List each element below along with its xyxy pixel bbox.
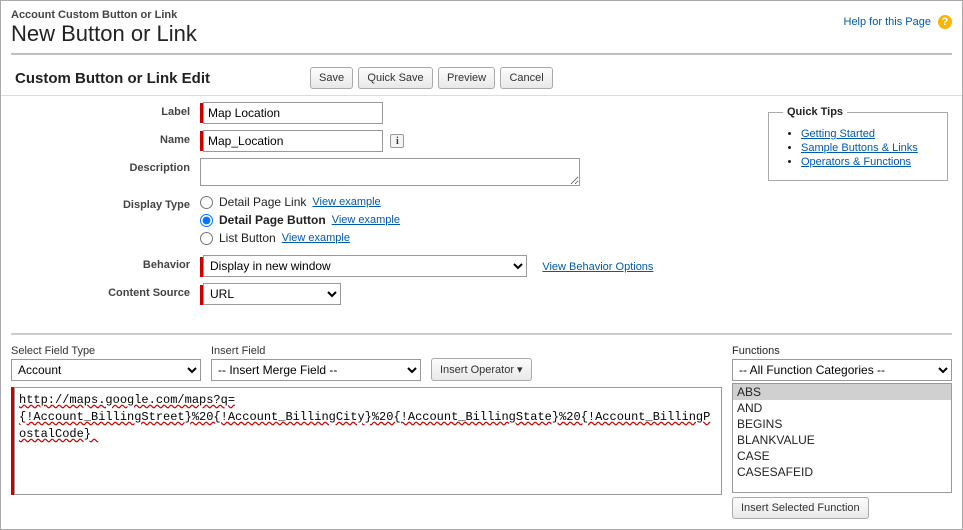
- name-input[interactable]: [203, 130, 383, 152]
- save-button[interactable]: Save: [310, 67, 353, 89]
- display-type-label: Display Type: [15, 195, 200, 211]
- radio-label-detail-page-link: Detail Page Link: [219, 195, 306, 209]
- help-page-link[interactable]: Help for this Page: [844, 16, 931, 28]
- functions-listbox[interactable]: ABS AND BEGINS BLANKVALUE CASE CASESAFEI…: [732, 383, 952, 493]
- function-item[interactable]: CASE: [733, 448, 951, 464]
- quick-tips-panel: Quick Tips Getting Started Sample Button…: [768, 106, 948, 181]
- description-input[interactable]: [200, 158, 580, 186]
- label-input[interactable]: [203, 102, 383, 124]
- select-field-type[interactable]: Account: [11, 359, 201, 381]
- tip-getting-started[interactable]: Getting Started: [801, 128, 875, 140]
- insert-operator-button[interactable]: Insert Operator ▾: [431, 358, 532, 381]
- url-textarea[interactable]: [14, 387, 722, 495]
- label-label: Label: [15, 102, 200, 118]
- insert-field-label: Insert Field: [211, 345, 421, 357]
- example-link-detail-page-button[interactable]: View example: [332, 214, 400, 226]
- quick-tips-title: Quick Tips: [783, 106, 847, 118]
- example-link-list-button[interactable]: View example: [282, 232, 350, 244]
- breadcrumb: Account Custom Button or Link: [11, 9, 952, 21]
- insert-field-select[interactable]: -- Insert Merge Field --: [211, 359, 421, 381]
- description-label: Description: [15, 158, 200, 174]
- behavior-select[interactable]: Display in new window: [203, 255, 527, 277]
- example-link-detail-page-link[interactable]: View example: [312, 196, 380, 208]
- radio-detail-page-button[interactable]: [200, 214, 213, 227]
- name-label: Name: [15, 130, 200, 146]
- content-source-label: Content Source: [15, 283, 200, 299]
- view-behavior-options-link[interactable]: View Behavior Options: [542, 261, 653, 273]
- radio-list-button[interactable]: [200, 232, 213, 245]
- function-item[interactable]: ABS: [733, 384, 951, 400]
- radio-label-list-button: List Button: [219, 231, 276, 245]
- insert-selected-function-button[interactable]: Insert Selected Function: [732, 497, 869, 519]
- preview-button[interactable]: Preview: [438, 67, 495, 89]
- function-item[interactable]: CASESAFEID: [733, 464, 951, 480]
- function-item[interactable]: AND: [733, 400, 951, 416]
- quick-save-button[interactable]: Quick Save: [358, 67, 432, 89]
- content-source-select[interactable]: URL: [203, 283, 341, 305]
- function-category-select[interactable]: -- All Function Categories --: [732, 359, 952, 381]
- functions-label: Functions: [732, 345, 952, 357]
- behavior-label: Behavior: [15, 255, 200, 271]
- page-title: New Button or Link: [11, 21, 952, 47]
- info-icon[interactable]: i: [390, 134, 404, 148]
- select-field-type-label: Select Field Type: [11, 345, 201, 357]
- cancel-button[interactable]: Cancel: [500, 67, 552, 89]
- tip-sample-buttons[interactable]: Sample Buttons & Links: [801, 142, 918, 154]
- function-item[interactable]: BLANKVALUE: [733, 432, 951, 448]
- button-bar: Save Quick Save Preview Cancel: [310, 67, 555, 89]
- radio-label-detail-page-button: Detail Page Button: [219, 213, 326, 227]
- help-icon[interactable]: ?: [938, 15, 952, 29]
- radio-detail-page-link[interactable]: [200, 196, 213, 209]
- section-title: Custom Button or Link Edit: [15, 70, 210, 87]
- function-item[interactable]: BEGINS: [733, 416, 951, 432]
- tip-operators-functions[interactable]: Operators & Functions: [801, 156, 911, 168]
